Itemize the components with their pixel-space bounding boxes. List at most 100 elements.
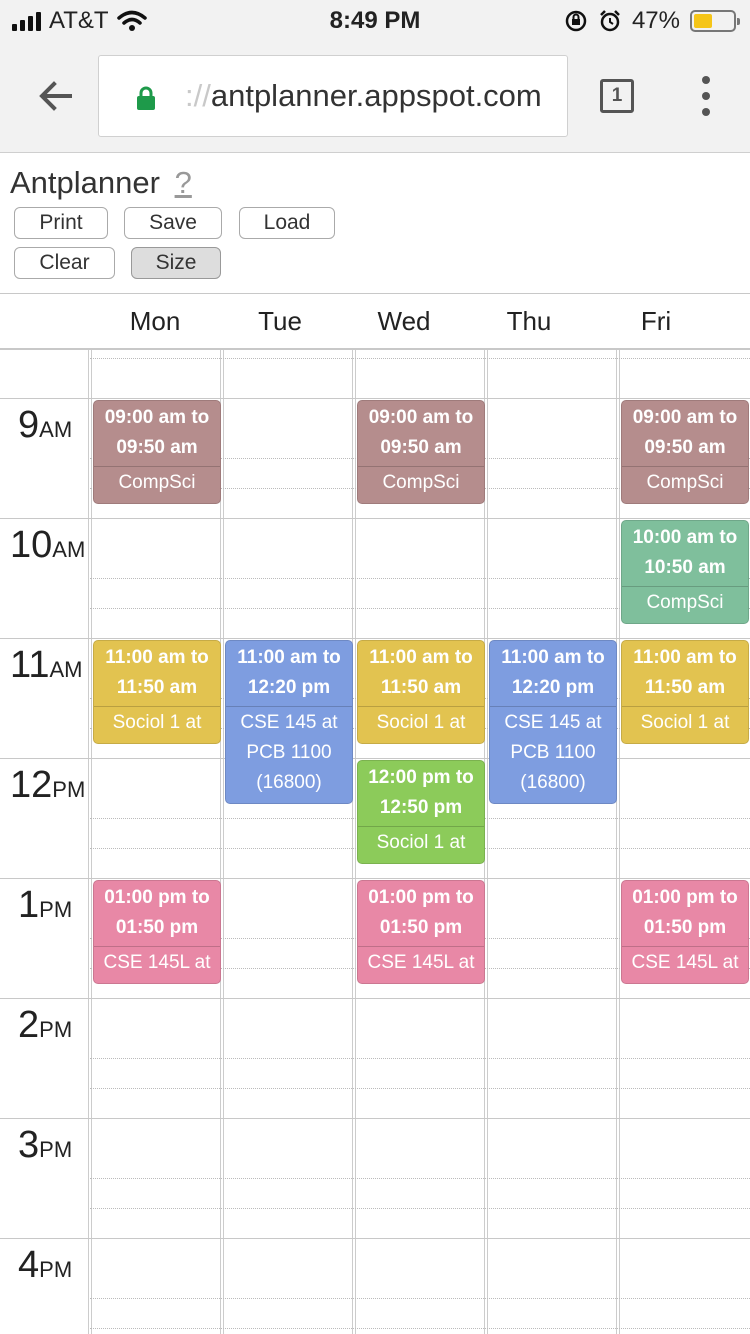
hour-suffix: AM: [39, 417, 73, 442]
event-time: 09:00 am to 09:50 am: [632, 407, 738, 458]
event-description: Sociol 1 at: [112, 712, 202, 733]
hour-line: [0, 518, 750, 519]
half-hour-line: [90, 358, 750, 359]
event-description: CompSci: [646, 472, 724, 493]
day-header-fri: Fri: [640, 306, 672, 336]
event-description: CompSci: [646, 592, 724, 613]
hour-suffix: PM: [39, 1257, 73, 1282]
hour-suffix: AM: [49, 657, 83, 682]
size-button[interactable]: Size: [131, 247, 221, 279]
hour-line: [0, 1238, 750, 1239]
calendar-event[interactable]: 11:00 am to 12:20 pm CSE 145 at PCB 1100 …: [489, 640, 617, 804]
hour-label: 9AM: [18, 404, 98, 447]
tab-switcher-button[interactable]: 1: [600, 79, 634, 113]
app-title: Antplanner: [10, 165, 160, 200]
event-description: CSE 145 at PCB 1100 (16800): [240, 712, 338, 793]
hour-label: 1PM: [18, 884, 98, 927]
quarter-hour-line: [90, 1088, 750, 1089]
event-time: 09:00 am to 09:50 am: [104, 407, 210, 458]
event-time: 11:00 am to 11:50 am: [633, 647, 737, 698]
url-bar[interactable]: ://antplanner.appspot.com: [98, 55, 568, 137]
clear-button[interactable]: Clear: [14, 247, 115, 279]
back-arrow-icon[interactable]: [34, 74, 78, 118]
hour-line: [0, 638, 750, 639]
day-header-wed: Wed: [377, 306, 431, 336]
hour-line: [0, 998, 750, 999]
hour-line: [0, 1118, 750, 1119]
overflow-menu-icon[interactable]: [700, 76, 712, 116]
hour-number: 2: [18, 1004, 40, 1046]
hour-label: 10AM: [10, 524, 90, 567]
calendar-event[interactable]: 09:00 am to 09:50 am CompSci: [621, 400, 749, 504]
calendar-event[interactable]: 11:00 am to 12:20 pm CSE 145 at PCB 1100 …: [225, 640, 353, 804]
save-button[interactable]: Save: [124, 207, 222, 239]
hour-number: 10: [10, 524, 53, 566]
event-description: CSE 145L at: [631, 952, 739, 973]
half-hour-line: [90, 1298, 750, 1299]
rotation-lock-icon: [565, 10, 587, 32]
event-time: 11:00 am to 12:20 pm: [237, 647, 341, 698]
event-time: 01:00 pm to 01:50 pm: [368, 887, 474, 938]
calendar-event[interactable]: 09:00 am to 09:50 am CompSci: [93, 400, 221, 504]
load-button[interactable]: Load: [239, 207, 335, 239]
url-text: ://antplanner.appspot.com: [185, 78, 542, 114]
column-divider: [352, 350, 356, 1334]
calendar-event[interactable]: 11:00 am to 11:50 am Sociol 1 at: [357, 640, 485, 744]
event-time: 11:00 am to 11:50 am: [105, 647, 209, 698]
event-time: 10:00 am to 10:50 am: [632, 527, 738, 578]
event-description: CSE 145L at: [367, 952, 475, 973]
status-right: 47%: [564, 7, 740, 35]
hour-number: 9: [18, 404, 40, 446]
help-link[interactable]: ?: [175, 165, 192, 200]
event-time: 11:00 am to 11:50 am: [369, 647, 473, 698]
hour-suffix: PM: [52, 777, 86, 802]
week-calendar: Mon Tue Wed Thu Fri 9AM 10AM 11AM 12PM 1PM 2PM 3PM 4…: [0, 293, 750, 1334]
hour-label: 3PM: [18, 1124, 98, 1167]
hour-number: 4: [18, 1244, 40, 1286]
event-time: 09:00 am to 09:50 am: [368, 407, 474, 458]
event-description: Sociol 1 at: [640, 712, 730, 733]
event-description: CSE 145 at PCB 1100 (16800): [504, 712, 602, 793]
calendar-event[interactable]: 09:00 am to 09:50 am CompSci: [357, 400, 485, 504]
calendar-event[interactable]: 10:00 am to 10:50 am CompSci: [621, 520, 749, 624]
calendar-event[interactable]: 01:00 pm to 01:50 pm CSE 145L at: [93, 880, 221, 984]
hour-label: 11AM: [10, 644, 90, 687]
hour-number: 1: [18, 884, 40, 926]
battery-fill: [694, 14, 712, 28]
hour-line: [0, 758, 750, 759]
column-divider: [88, 350, 92, 1334]
day-header-mon: Mon: [129, 306, 181, 336]
lock-icon: [137, 86, 155, 110]
calendar-event[interactable]: 01:00 pm to 01:50 pm CSE 145L at: [357, 880, 485, 984]
battery-icon: [690, 10, 740, 32]
status-bar: AT&T 8:49 PM 47%: [0, 0, 750, 40]
quarter-hour-line: [90, 1328, 750, 1329]
battery-percent: 47%: [631, 7, 680, 34]
hour-line: [0, 878, 750, 879]
calendar-event[interactable]: 12:00 pm to 12:50 pm Sociol 1 at: [357, 760, 485, 864]
calendar-event[interactable]: 01:00 pm to 01:50 pm CSE 145L at: [621, 880, 749, 984]
browser-toolbar: ://antplanner.appspot.com 1: [0, 40, 750, 153]
print-button[interactable]: Print: [14, 207, 108, 239]
event-time: 12:00 pm to 12:50 pm: [368, 767, 474, 818]
calendar-event[interactable]: 11:00 am to 11:50 am Sociol 1 at: [621, 640, 749, 744]
calendar-event[interactable]: 11:00 am to 11:50 am Sociol 1 at: [93, 640, 221, 744]
event-time: 01:00 pm to 01:50 pm: [104, 887, 210, 938]
hour-suffix: PM: [39, 1017, 73, 1042]
column-divider: [616, 350, 620, 1334]
hour-number: 12: [10, 764, 53, 806]
hour-suffix: PM: [39, 897, 73, 922]
url-host: antplanner.appspot.com: [210, 78, 542, 113]
event-description: CSE 145L at: [103, 952, 211, 973]
page-title: Antplanner ?: [10, 165, 192, 201]
hour-label: 2PM: [18, 1004, 98, 1047]
day-header-tue: Tue: [258, 306, 302, 336]
alarm-icon: [600, 10, 620, 32]
hour-label: 12PM: [10, 764, 90, 807]
event-description: CompSci: [118, 472, 196, 493]
event-description: CompSci: [382, 472, 460, 493]
event-time: 01:00 pm to 01:50 pm: [632, 887, 738, 938]
hour-label: 4PM: [18, 1244, 98, 1287]
day-header-thu: Thu: [506, 306, 552, 336]
hour-number: 3: [18, 1124, 40, 1166]
